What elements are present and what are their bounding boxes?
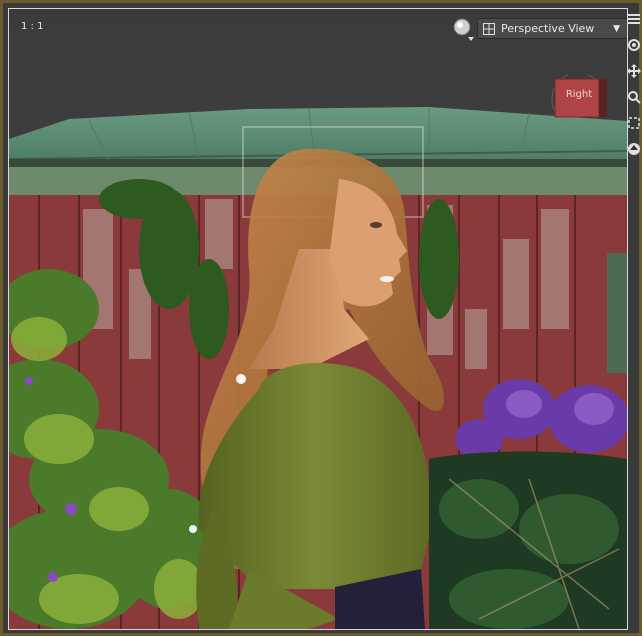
grid-view-icon [483, 22, 495, 35]
viewport-toolbar [626, 10, 642, 170]
view-cube-label: Right [565, 89, 593, 100]
zoom-ratio-label: 1 : 1 [21, 21, 44, 32]
pan-icon[interactable] [626, 62, 642, 80]
orbit-icon[interactable] [626, 36, 642, 54]
chevron-down-icon [468, 37, 474, 41]
chevron-down-icon: ▼ [613, 23, 620, 34]
zoom-icon[interactable] [626, 88, 642, 106]
reset-camera-icon[interactable] [626, 140, 642, 158]
sphere-shading-icon[interactable] [451, 17, 477, 43]
frame-icon[interactable] [626, 114, 642, 132]
3d-viewport[interactable]: 1 : 1 Perspective View ▼ Right [8, 8, 628, 630]
view-selector[interactable]: Perspective View ▼ [477, 18, 627, 39]
panel-menu-icon[interactable] [626, 10, 642, 28]
view-selector-label: Perspective View [501, 22, 595, 35]
scene-render [9, 9, 627, 629]
